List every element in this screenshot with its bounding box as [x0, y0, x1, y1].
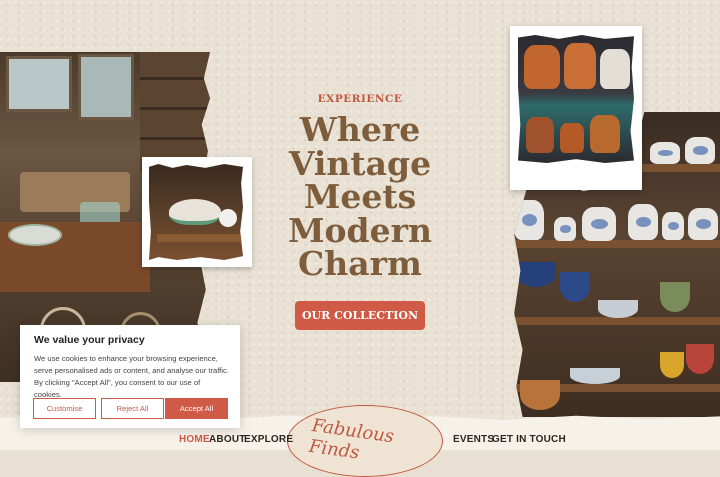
accept-all-button[interactable]: Accept All	[165, 398, 228, 419]
hero-eyebrow: EXPERIENCE	[317, 93, 403, 105]
nav-about[interactable]: ABOUT	[209, 434, 246, 445]
window	[78, 54, 134, 120]
plate	[8, 224, 62, 246]
site-logo[interactable]: Fabulous Finds	[287, 405, 443, 477]
reject-all-button[interactable]: Reject All	[101, 398, 164, 419]
headline-line: Meets	[303, 177, 417, 216]
headline-line: Where	[299, 110, 421, 149]
photo-image	[149, 164, 243, 260]
shelf	[140, 52, 210, 172]
nav-explore[interactable]: EXPLORE	[244, 434, 293, 445]
headline-line: Modern	[288, 210, 432, 250]
photo-image	[518, 35, 634, 163]
crocks-polaroid-photo	[510, 26, 642, 190]
nav-home[interactable]: HOME	[179, 434, 210, 445]
window	[6, 56, 72, 112]
tureen-polaroid-photo	[142, 157, 252, 267]
logo-text: Fabulous Finds	[307, 415, 396, 464]
nav-events[interactable]: EVENTS	[453, 434, 494, 445]
headline-line: Vintage	[288, 143, 432, 183]
nav-get-in-touch[interactable]: GET IN TOUCH	[492, 434, 566, 445]
customise-button[interactable]: Customise	[33, 398, 96, 419]
cookie-consent-banner: We value your privacy We use cookies to …	[20, 325, 240, 428]
hero-headline: Where Vintage Meets Modern Charm	[250, 113, 470, 281]
headline-line: Charm	[298, 244, 422, 283]
our-collection-button[interactable]: OUR COLLECTION	[295, 301, 425, 330]
cookie-body: We use cookies to enhance your browsing …	[34, 354, 229, 399]
cookie-title: We value your privacy	[34, 334, 145, 346]
